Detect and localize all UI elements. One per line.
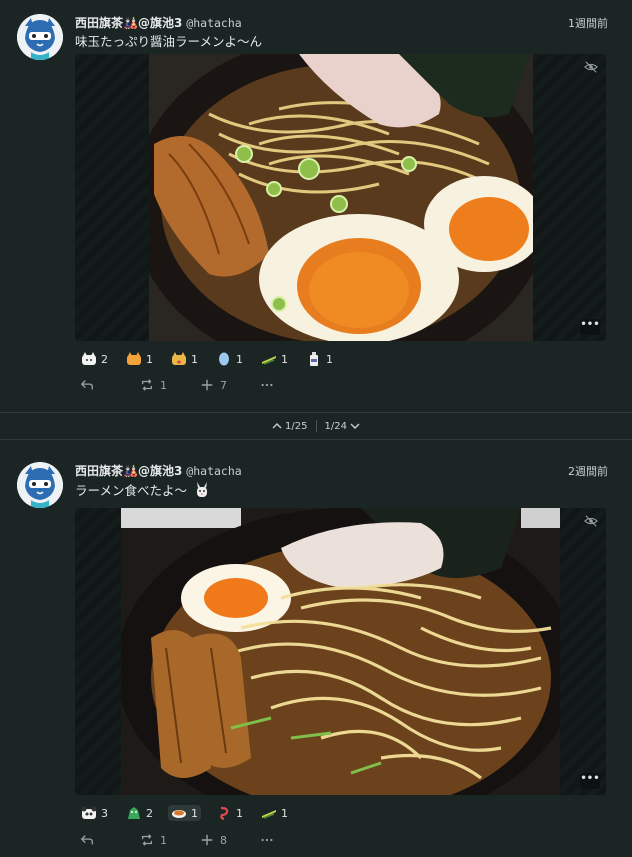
reaction-bottle[interactable]: 1 <box>303 351 336 367</box>
reaction-count: 2 <box>101 352 108 366</box>
avatar[interactable] <box>17 462 63 508</box>
chopsticks-emoji-icon <box>262 356 276 365</box>
chevron-up-icon <box>272 423 282 429</box>
reaction-panda[interactable]: 3 <box>78 805 111 821</box>
plus-icon <box>201 834 213 846</box>
avatar[interactable] <box>17 14 63 60</box>
reaction-chopsticks[interactable]: 1 <box>258 805 291 821</box>
reaction-count: 1 <box>236 806 243 820</box>
reply-icon <box>80 380 93 390</box>
hide-media-icon[interactable] <box>584 514 598 528</box>
reaction-total: 7 <box>220 378 227 392</box>
pager-next[interactable]: 1/24 <box>317 421 371 432</box>
chevron-down-icon <box>350 423 360 429</box>
display-name[interactable]: 西田旗茶🎎@旗池3 <box>75 464 182 478</box>
renote-count: 1 <box>160 378 167 392</box>
renote-button[interactable]: 1 <box>140 833 200 847</box>
panda-emoji-icon <box>81 806 97 819</box>
reaction-tongue-cat[interactable]: 1 <box>168 351 201 367</box>
reaction-egg[interactable]: 1 <box>213 351 246 367</box>
media-image[interactable]: ••• <box>75 508 606 795</box>
reaction-count: 1 <box>191 806 198 820</box>
note-header: 西田旗茶🎎@旗池3 @hatacha 1週間前 <box>75 14 608 32</box>
tongue-cat-emoji-icon <box>172 352 186 365</box>
react-button[interactable]: 7 <box>200 378 260 392</box>
reaction-curry[interactable]: 1 <box>168 805 201 821</box>
more-icon <box>261 838 273 842</box>
ramen-photo <box>121 508 560 795</box>
more-icon <box>261 383 273 387</box>
reaction-green-creature[interactable]: 2 <box>123 805 156 821</box>
reaction-count: 1 <box>236 352 243 366</box>
renote-button[interactable]: 1 <box>140 378 200 392</box>
renote-icon <box>141 834 153 846</box>
timestamp[interactable]: 2週間前 <box>568 463 608 479</box>
media-image[interactable]: ••• <box>75 54 606 341</box>
pager-next-label: 1/24 <box>324 420 347 432</box>
plus-icon <box>201 379 213 391</box>
reply-button[interactable] <box>80 378 140 392</box>
green-creature-emoji-icon <box>128 807 140 819</box>
more-button[interactable] <box>260 833 320 847</box>
react-button[interactable]: 8 <box>200 833 260 847</box>
reply-button[interactable] <box>80 833 140 847</box>
reaction-orange-cat[interactable]: 1 <box>123 351 156 367</box>
note-header: 西田旗茶🎎@旗池3 @hatacha 2週間前 <box>75 462 608 480</box>
timestamp[interactable]: 1週間前 <box>568 15 608 31</box>
reaction-count: 1 <box>146 352 153 366</box>
actions-bar: 1 8 <box>80 830 320 850</box>
reaction-total: 8 <box>220 833 227 847</box>
reaction-chopsticks[interactable]: 1 <box>258 351 291 367</box>
reaction-count: 1 <box>326 352 333 366</box>
actions-bar: 1 7 <box>80 375 320 395</box>
pager-prev[interactable]: 1/25 <box>261 421 315 432</box>
reactions-bar: 3 2 1 1 1 <box>78 804 303 822</box>
reaction-red-hook[interactable]: 1 <box>213 805 246 821</box>
reaction-count: 1 <box>281 352 288 366</box>
ramen-photo <box>149 54 533 341</box>
chopsticks-emoji-icon <box>262 810 276 819</box>
egg-emoji-icon <box>219 352 229 366</box>
reply-icon <box>80 835 93 845</box>
red-hook-emoji-icon <box>220 806 229 820</box>
media-menu-icon[interactable]: ••• <box>580 773 600 789</box>
hide-media-icon[interactable] <box>584 60 598 74</box>
note-text: 味玉たっぷり醤油ラーメンよ〜ん <box>75 34 263 49</box>
renote-icon <box>141 379 153 391</box>
note-text-row: ラーメン食べたよ〜 <box>75 480 210 499</box>
media-menu-icon[interactable]: ••• <box>580 319 600 335</box>
reaction-count: 1 <box>191 352 198 366</box>
username[interactable]: @hatacha <box>186 464 241 478</box>
reaction-cat[interactable]: 2 <box>78 351 111 367</box>
reaction-count: 3 <box>101 806 108 820</box>
bunny-emoji-icon <box>197 482 207 497</box>
bottle-emoji-icon <box>310 352 318 366</box>
note-1: 西田旗茶🎎@旗池3 @hatacha 1週間前 味玉たっぷり醤油ラーメンよ〜ん <box>0 0 632 412</box>
curry-emoji-icon <box>172 810 186 818</box>
cat-emoji-icon <box>82 352 96 365</box>
pagination-bar: 1/25 1/24 <box>0 412 632 440</box>
note-text: ラーメン食べたよ〜 <box>75 483 188 498</box>
renote-count: 1 <box>160 833 167 847</box>
note-2: 西田旗茶🎎@旗池3 @hatacha 2週間前 ラーメン食べたよ〜 ••• 3 … <box>0 440 632 857</box>
reactions-bar: 2 1 1 1 1 1 <box>78 350 348 368</box>
orange-cat-emoji-icon <box>127 352 141 365</box>
display-name[interactable]: 西田旗茶🎎@旗池3 <box>75 16 182 30</box>
more-button[interactable] <box>260 378 320 392</box>
pager-prev-label: 1/25 <box>285 420 308 432</box>
reaction-count: 1 <box>281 806 288 820</box>
username[interactable]: @hatacha <box>186 16 241 30</box>
reaction-count: 2 <box>146 806 153 820</box>
